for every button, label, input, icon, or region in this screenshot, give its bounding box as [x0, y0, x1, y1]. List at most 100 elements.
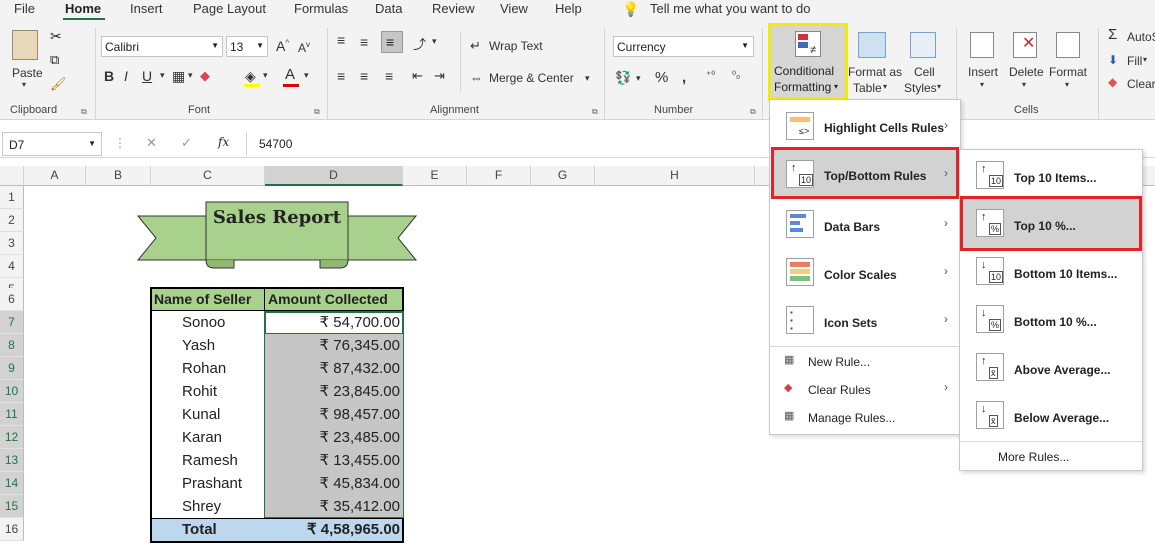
tab-home[interactable]: Home: [65, 1, 101, 16]
more-rules-item[interactable]: More Rules...: [998, 450, 1069, 464]
row-header[interactable]: 7: [0, 311, 24, 334]
top-10-items-item[interactable]: Top 10 Items...: [1014, 171, 1096, 185]
number-format-select[interactable]: Currency ▼: [613, 36, 754, 57]
bottom-10-percent-item[interactable]: Bottom 10 %...: [1014, 315, 1097, 329]
merge-icon[interactable]: ⇔: [470, 70, 483, 85]
row-header[interactable]: 2: [0, 209, 24, 232]
amount-cell[interactable]: ₹ 76,345.00: [270, 334, 400, 357]
seller-name[interactable]: Karan: [182, 426, 222, 449]
dialog-launcher-icon[interactable]: ⧉: [314, 107, 320, 117]
amount-cell[interactable]: ₹ 45,834.00: [270, 472, 400, 495]
name-box[interactable]: D7 ▼: [2, 132, 102, 156]
amount-cell[interactable]: ₹ 54,700.00: [270, 311, 400, 334]
row-header[interactable]: 15: [0, 495, 24, 518]
row-header[interactable]: 8: [0, 334, 24, 357]
column-header[interactable]: C: [151, 166, 265, 186]
column-header[interactable]: B: [86, 166, 151, 186]
color-scales-item[interactable]: Color Scales: [824, 268, 897, 282]
amount-cell[interactable]: ₹ 98,457.00: [270, 403, 400, 426]
above-average-item[interactable]: Above Average...: [1014, 363, 1110, 377]
align-top-icon[interactable]: ≡: [337, 32, 345, 48]
amount-cell[interactable]: ₹ 23,485.00: [270, 426, 400, 449]
amount-cell[interactable]: ₹ 23,845.00: [270, 380, 400, 403]
row-header[interactable]: 10: [0, 380, 24, 403]
increase-font-icon[interactable]: A^: [276, 38, 289, 54]
accounting-format-icon[interactable]: 💱: [615, 70, 631, 86]
borders-icon[interactable]: ▦: [172, 68, 185, 85]
seller-name[interactable]: Shrey: [182, 495, 221, 518]
clear-button[interactable]: Clear: [1127, 77, 1155, 91]
wrap-text-button[interactable]: Wrap Text: [489, 39, 543, 53]
autosum-button[interactable]: AutoSum: [1127, 30, 1155, 44]
tell-me-box[interactable]: Tell me what you want to do: [650, 1, 810, 16]
align-bottom-icon[interactable]: ≡: [381, 31, 403, 53]
format-cells-icon[interactable]: [1056, 32, 1080, 58]
insert-cells-icon[interactable]: [970, 32, 994, 58]
select-all-corner[interactable]: [0, 166, 24, 186]
italic-icon[interactable]: I: [124, 68, 128, 84]
clear-rules-item[interactable]: Clear Rules: [808, 383, 871, 397]
delete-cells-icon[interactable]: ✕: [1013, 32, 1037, 58]
format-button[interactable]: Format: [1049, 65, 1087, 79]
amount-cell[interactable]: ₹ 87,432.00: [270, 357, 400, 380]
row-header[interactable]: 12: [0, 426, 24, 449]
column-header[interactable]: E: [403, 166, 467, 186]
dialog-launcher-icon[interactable]: ⧉: [81, 107, 87, 117]
seller-name[interactable]: Rohit: [182, 380, 217, 403]
new-rule-item[interactable]: New Rule...: [808, 355, 870, 369]
increase-indent-icon[interactable]: ⇥: [434, 68, 445, 84]
wrap-text-icon[interactable]: ↵: [470, 38, 481, 54]
align-middle-icon[interactable]: ≡: [360, 34, 368, 50]
bottom-10-items-item[interactable]: Bottom 10 Items...: [1014, 267, 1117, 281]
tab-view[interactable]: View: [500, 1, 528, 16]
format-as-table-button[interactable]: Format as: [848, 65, 902, 79]
comma-style-icon[interactable]: ,: [682, 69, 686, 86]
font-size-select[interactable]: 13 ▼: [226, 36, 268, 57]
amount-cell[interactable]: ₹ 35,412.00: [270, 495, 400, 518]
total-value[interactable]: ₹ 4,58,965.00: [270, 518, 400, 541]
icon-sets-item[interactable]: Icon Sets: [824, 316, 877, 330]
font-name-select[interactable]: Calibri ▼: [101, 36, 223, 57]
row-header[interactable]: 6: [0, 288, 24, 311]
data-bars-item[interactable]: Data Bars: [824, 220, 880, 234]
row-header[interactable]: 16: [0, 518, 24, 541]
font-color-icon[interactable]: A: [285, 66, 295, 83]
delete-button[interactable]: Delete: [1009, 65, 1044, 79]
autosum-icon[interactable]: Σ: [1108, 26, 1117, 43]
seller-name[interactable]: Sonoo: [182, 311, 225, 334]
tab-insert[interactable]: Insert: [130, 1, 163, 16]
conditional-formatting-button[interactable]: ≠ Conditional Formatting ▾: [768, 23, 848, 101]
seller-name[interactable]: Rohan: [182, 357, 226, 380]
column-header[interactable]: D: [265, 166, 403, 186]
highlight-cells-rules-item[interactable]: Highlight Cells Rules: [824, 121, 944, 135]
clear-format-icon[interactable]: ◆: [200, 68, 210, 84]
format-as-table-icon[interactable]: [858, 32, 886, 58]
orientation-icon[interactable]: ⤴: [413, 34, 426, 53]
fill-color-icon[interactable]: ◈: [245, 68, 256, 85]
seller-name[interactable]: Kunal: [182, 403, 220, 426]
enter-icon[interactable]: ✓: [181, 135, 192, 151]
column-header[interactable]: G: [531, 166, 595, 186]
column-header[interactable]: H: [595, 166, 755, 186]
cell-styles-button[interactable]: Cell: [914, 65, 935, 79]
copy-icon[interactable]: ⧉: [50, 52, 59, 68]
row-header[interactable]: 3: [0, 232, 24, 255]
merge-center-button[interactable]: Merge & Center: [489, 71, 574, 85]
column-header[interactable]: A: [24, 166, 86, 186]
increase-decimal-icon[interactable]: ⁺⁰: [706, 70, 715, 81]
seller-name[interactable]: Ramesh: [182, 449, 238, 472]
insert-button[interactable]: Insert: [968, 65, 998, 79]
clear-icon[interactable]: ◆: [1108, 75, 1117, 89]
seller-name[interactable]: Prashant: [182, 472, 242, 495]
cut-icon[interactable]: ✂: [50, 28, 62, 45]
tab-review[interactable]: Review: [432, 1, 475, 16]
tab-file[interactable]: File: [14, 1, 35, 16]
align-left-icon[interactable]: ≡: [337, 68, 345, 84]
percent-style-icon[interactable]: %: [655, 69, 668, 86]
format-painter-icon[interactable]: 🖌: [50, 76, 67, 92]
cancel-icon[interactable]: ✕: [146, 135, 157, 151]
row-header[interactable]: 11: [0, 403, 24, 426]
tab-help[interactable]: Help: [555, 1, 582, 16]
tab-formulas[interactable]: Formulas: [294, 1, 348, 16]
row-header[interactable]: 13: [0, 449, 24, 472]
